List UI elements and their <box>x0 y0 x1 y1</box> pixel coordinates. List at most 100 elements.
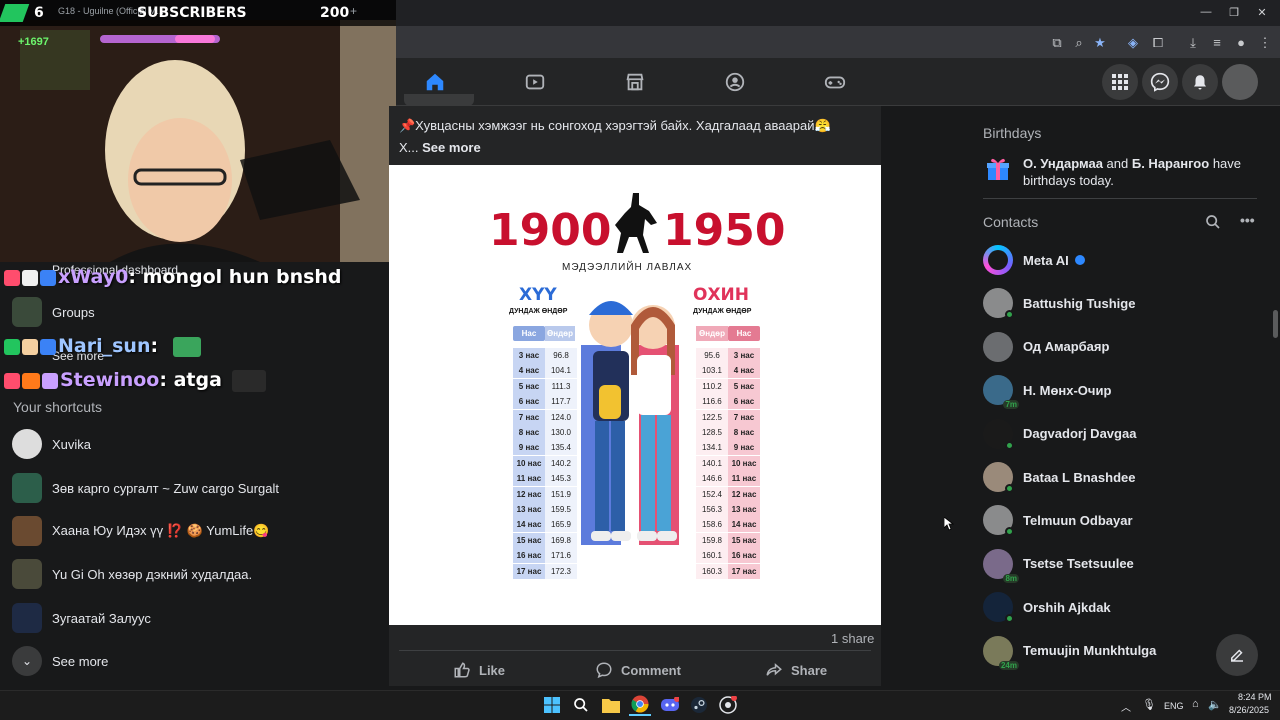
girls-age-cell: 4 нас <box>728 363 760 379</box>
birthday-person[interactable]: О. Ундармаа <box>1023 156 1103 171</box>
boys-table-row: 15 нас 169.8 <box>513 532 577 548</box>
online-status-dot <box>1005 527 1014 537</box>
contact-avatar <box>983 331 1013 362</box>
birthday-notice[interactable]: О. Ундармаа and Б. Нарангоо have birthda… <box>1023 155 1263 189</box>
zoom-icon[interactable]: ⌕ <box>1070 34 1088 52</box>
maximize-icon[interactable]: ❐ <box>1224 6 1244 19</box>
microphone-icon[interactable]: 🎙 <box>1142 698 1156 711</box>
groups-thumb <box>12 297 42 327</box>
girls-table-row: 152.4 12 нас <box>696 486 760 502</box>
boys-table-row: 4 нас 104.1 <box>513 363 577 379</box>
extensions-puzzle-icon[interactable]: ⧠ <box>1149 34 1167 52</box>
bookmark-star-icon[interactable]: ★ <box>1091 34 1109 52</box>
boys-table-row: 14 нас 165.9 <box>513 517 577 533</box>
menu-grid-icon[interactable] <box>1102 64 1138 100</box>
contact-avatar: 24m <box>983 635 1019 670</box>
nav-groups-icon[interactable] <box>711 66 759 98</box>
shortcut-item[interactable]: Зөв карго сургалт ~ Zuw cargo Surgalt <box>12 470 279 506</box>
nav-gaming-icon[interactable] <box>811 66 859 98</box>
volume-icon[interactable]: 🔈 <box>1208 698 1222 711</box>
shortcut-item[interactable]: Зугаатай Залуус <box>12 600 151 636</box>
boys-height-cell: 124.0 <box>545 409 577 425</box>
boys-age-header: Нас <box>513 326 545 341</box>
girls-table-row: 156.3 13 нас <box>696 502 760 517</box>
boys-height-cell: 96.8 <box>545 348 577 363</box>
tray-expand-icon[interactable]: ︿ <box>1121 699 1131 714</box>
extension-active-icon[interactable]: ◈ <box>1124 34 1142 52</box>
new-tab-icon[interactable]: + <box>350 4 357 18</box>
shortcut-item[interactable]: Yu Gi Oh хөзөр дэкний худалдаа. <box>12 556 252 592</box>
contact-name: Од Амарбаяр <box>1023 339 1110 355</box>
contact-item[interactable]: 24m Temuujin Munkhtulga <box>983 631 1156 671</box>
contact-item[interactable]: Bataa L Bnashdee <box>983 457 1135 497</box>
contact-item[interactable]: Battushig Tushige <box>983 283 1135 323</box>
taskbar-search-icon[interactable] <box>570 694 592 716</box>
post-image[interactable]: 1900 1950 МЭДЭЭЛЛИЙН ЛАВЛАХ ХҮҮ ДУНДАЖ Ө… <box>389 165 881 625</box>
boys-height-cell: 135.4 <box>545 440 577 456</box>
girls-table-row: 140.1 10 нас <box>696 455 760 471</box>
right-divider <box>983 198 1257 199</box>
boys-table-row: 17 нас 172.3 <box>513 563 577 579</box>
contact-item[interactable]: Orshih Ajkdak <box>983 587 1111 627</box>
reading-list-icon[interactable]: ≡ <box>1208 34 1226 52</box>
new-message-button[interactable] <box>1216 634 1258 676</box>
share-count[interactable]: 1 share <box>831 631 874 646</box>
girls-age-cell: 12 нас <box>728 486 760 502</box>
chat-text: atga <box>173 369 222 391</box>
chrome-icon[interactable] <box>629 694 651 716</box>
nav-marketplace-icon[interactable] <box>611 66 659 98</box>
network-icon[interactable]: ⌂ <box>1192 698 1199 710</box>
contact-avatar: 8m <box>983 548 1019 583</box>
compose-icon <box>1231 649 1243 662</box>
notifications-bell-icon[interactable] <box>1182 64 1218 100</box>
shortcut-avatar <box>12 603 42 633</box>
contacts-search-icon[interactable] <box>1205 214 1221 235</box>
groups-link[interactable]: Groups <box>12 294 95 330</box>
boys-age-cell: 15 нас <box>513 532 545 548</box>
language-indicator[interactable]: ENG <box>1164 701 1184 711</box>
discord-icon[interactable] <box>659 694 681 716</box>
steam-icon[interactable] <box>688 694 710 716</box>
contacts-more-icon[interactable]: ••• <box>1240 212 1255 228</box>
contact-item[interactable]: 7m Н. Мөнх-Очир <box>983 370 1111 410</box>
contact-item[interactable]: Од Амарбаяр <box>983 327 1109 367</box>
chat-message: xWay0: mongol hun bnshd <box>4 266 342 288</box>
share-button[interactable]: Share <box>765 658 827 682</box>
obs-icon[interactable] <box>717 694 739 716</box>
contact-item[interactable]: Telmuun Odbayar <box>983 500 1133 540</box>
birthday-person[interactable]: Б. Нарангоо <box>1132 156 1209 171</box>
contact-item[interactable]: Dagvadorj Davgaa <box>983 414 1136 454</box>
see-more-button[interactable]: ⌄ See more <box>12 643 108 679</box>
post-see-more-link[interactable]: See more <box>422 140 481 155</box>
messenger-icon[interactable] <box>1142 64 1178 100</box>
right-scrollbar[interactable] <box>1273 310 1278 338</box>
contact-item[interactable]: Meta AI <box>983 240 1085 280</box>
post-divider <box>399 650 871 651</box>
browser-menu-icon[interactable]: ⋮ <box>1256 34 1274 52</box>
close-window-icon[interactable]: ✕ <box>1252 6 1272 19</box>
clock-time[interactable]: 8:24 PM <box>1238 692 1272 702</box>
boys-table-row: 7 нас 124.0 <box>513 409 577 425</box>
download-icon[interactable]: ⤓ <box>1184 34 1202 52</box>
like-button[interactable]: Like <box>453 658 505 682</box>
boys-table-row: 12 нас 151.9 <box>513 486 577 502</box>
stream-overlay-bar: 6 G18 - Uguilne (Official M... SUBSCRIBE… <box>0 0 396 26</box>
contact-name: Telmuun Odbayar <box>1023 512 1133 528</box>
account-avatar[interactable] <box>1222 64 1258 100</box>
contact-item[interactable]: 8m Tsetse Tsetsuulee <box>983 544 1134 584</box>
shortcut-item[interactable]: Хаана Юу Идэх үү ⁉️ 🍪 YumLife😋 <box>12 513 269 549</box>
profile-avatar-icon[interactable]: ● <box>1232 34 1250 52</box>
girls-table-row: 134.1 9 нас <box>696 440 760 456</box>
minimize-icon[interactable]: — <box>1196 6 1216 18</box>
clock-date[interactable]: 8/26/2025 <box>1229 705 1269 715</box>
shortcut-item[interactable]: Xuvika <box>12 426 91 462</box>
boys-height-cell: 140.2 <box>545 455 577 471</box>
windows-start-icon[interactable] <box>541 694 563 716</box>
file-explorer-icon[interactable] <box>600 694 622 716</box>
comment-button[interactable]: Comment <box>595 658 681 682</box>
cast-icon[interactable]: ⧉ <box>1048 34 1066 52</box>
shortcut-label: Xuvika <box>52 436 92 452</box>
nav-video-icon[interactable] <box>511 66 559 98</box>
sub-badge-icon <box>40 269 56 286</box>
girls-table-row: 95.6 3 нас <box>696 348 760 363</box>
